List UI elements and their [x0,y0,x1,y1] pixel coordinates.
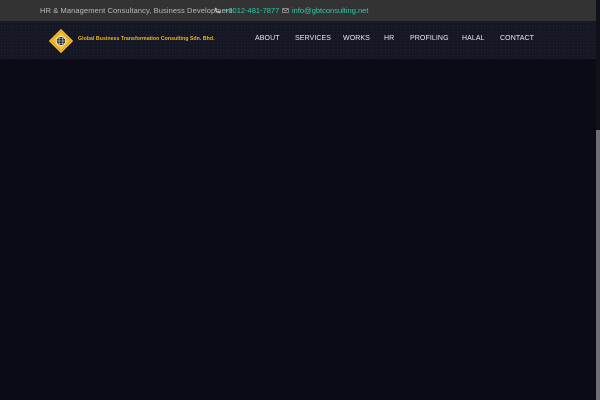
nav-item-works[interactable]: WORKS [343,35,370,42]
tagline: HR & Management Consultancy, Business De… [40,6,233,15]
nav-item-halal[interactable]: HALAL [462,35,485,42]
top-info-bar: HR & Management Consultancy, Business De… [0,0,600,21]
phone-contact[interactable]: +6012-481-7877 [214,6,279,15]
phone-link[interactable]: +6012-481-7877 [224,6,279,15]
email-contact[interactable]: info@gbtconsulting.net [282,6,368,15]
nav-item-contact[interactable]: CONTACT [500,35,534,42]
nav-item-about[interactable]: ABOUT [255,35,280,42]
nav-item-services[interactable]: SERVICES [295,35,331,42]
page: HR & Management Consultancy, Business De… [0,0,600,400]
main-navigation: ABOUT SERVICES WORKS HR PROFILING HALAL … [0,35,600,47]
hero-section [0,59,596,400]
email-link[interactable]: info@gbtconsulting.net [292,6,368,15]
phone-icon [214,7,221,14]
nav-item-profiling[interactable]: PROFILING [410,35,449,42]
scrollbar-thumb[interactable] [596,130,600,400]
page-scrollbar[interactable] [596,0,600,400]
envelope-icon [282,8,289,13]
nav-item-hr[interactable]: HR [384,35,394,42]
